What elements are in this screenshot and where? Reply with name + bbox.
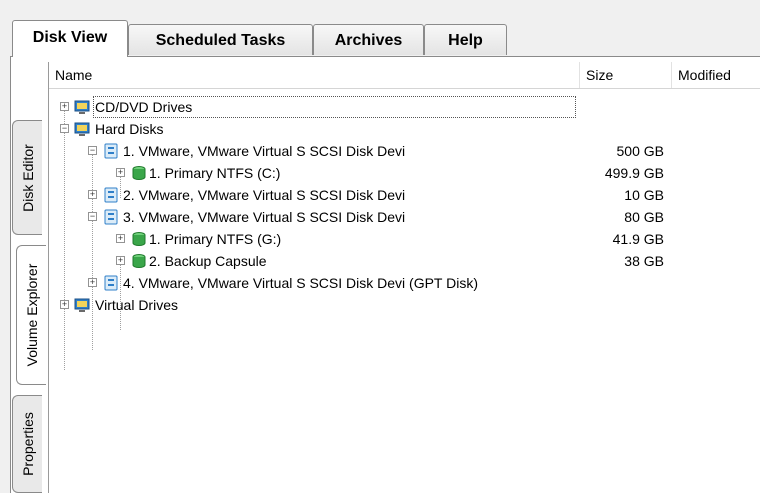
expand-toggle[interactable]: +	[60, 300, 69, 309]
expand-toggle[interactable]: +	[60, 102, 69, 111]
volume-icon	[132, 232, 146, 247]
tree-item-label: 1. VMware, VMware Virtual S SCSI Disk De…	[123, 143, 406, 159]
disk-icon	[104, 187, 118, 203]
side-tab-properties-label: Properties	[19, 412, 36, 476]
tree-item-volume-g[interactable]: + 1. Primary NTFS (G:) 41.9 GB	[49, 228, 760, 250]
side-tab-properties[interactable]: Properties	[12, 395, 42, 493]
disk-icon	[104, 209, 118, 225]
column-header-modified[interactable]: Modified	[672, 62, 760, 88]
tree-item-size: 10 GB	[624, 187, 664, 203]
expand-toggle[interactable]: +	[116, 234, 125, 243]
tree-item-label: 2. Backup Capsule	[149, 253, 267, 269]
tab-scheduled-tasks[interactable]: Scheduled Tasks	[128, 24, 313, 55]
tree-item-backup-capsule[interactable]: + 2. Backup Capsule 38 GB	[49, 250, 760, 272]
tree-item-label: 3. VMware, VMware Virtual S SCSI Disk De…	[123, 209, 406, 225]
expand-toggle[interactable]: +	[88, 278, 97, 287]
volume-tree[interactable]: Name Size Modified + CD/DVD Drives − Har…	[48, 62, 760, 493]
tab-help[interactable]: Help	[424, 24, 507, 55]
tree-item-size: 38 GB	[624, 253, 664, 269]
collapse-toggle[interactable]: −	[88, 146, 97, 155]
tree-item-label: Virtual Drives	[95, 297, 178, 313]
main-tabstrip: Disk View Scheduled Tasks Archives Help	[12, 20, 760, 57]
collapse-toggle[interactable]: −	[60, 124, 69, 133]
tree-item-size: 41.9 GB	[612, 231, 664, 247]
volume-icon	[132, 254, 146, 269]
tree-item-size: 500 GB	[616, 143, 664, 159]
expand-toggle[interactable]: +	[116, 168, 125, 177]
tree-item-disk-2[interactable]: + 2. VMware, VMware Virtual S SCSI Disk …	[49, 184, 760, 206]
tree-item-label: 2. VMware, VMware Virtual S SCSI Disk De…	[123, 187, 406, 203]
volume-icon	[132, 166, 146, 181]
disk-icon	[104, 275, 118, 291]
tree-item-virtual-drives[interactable]: + Virtual Drives	[49, 294, 760, 316]
side-tab-volume-explorer-label: Volume Explorer	[23, 263, 40, 367]
monitor-icon	[74, 100, 90, 114]
expand-toggle[interactable]: +	[88, 190, 97, 199]
tree-item-disk-1[interactable]: − 1. VMware, VMware Virtual S SCSI Disk …	[49, 140, 760, 162]
side-tab-disk-editor[interactable]: Disk Editor	[12, 120, 42, 235]
tree-item-disk-3[interactable]: − 3. VMware, VMware Virtual S SCSI Disk …	[49, 206, 760, 228]
disk-icon	[104, 143, 118, 159]
side-tab-volume-explorer[interactable]: Volume Explorer	[16, 245, 46, 385]
tree-item-hard-disks[interactable]: − Hard Disks	[49, 118, 760, 140]
monitor-icon	[74, 122, 90, 136]
tree-item-volume-c[interactable]: + 1. Primary NTFS (C:) 499.9 GB	[49, 162, 760, 184]
expand-toggle[interactable]: +	[116, 256, 125, 265]
tree-item-label: 1. Primary NTFS (C:)	[149, 165, 281, 181]
tree-item-label: 4. VMware, VMware Virtual S SCSI Disk De…	[123, 275, 479, 291]
tree-item-size: 499.9 GB	[604, 165, 664, 181]
tree-header: Name Size Modified	[49, 62, 760, 89]
collapse-toggle[interactable]: −	[88, 212, 97, 221]
column-header-size[interactable]: Size	[580, 62, 672, 88]
tab-disk-view[interactable]: Disk View	[12, 20, 128, 57]
tab-archives[interactable]: Archives	[313, 24, 424, 55]
side-tab-disk-editor-label: Disk Editor	[19, 143, 36, 212]
column-header-name[interactable]: Name	[49, 62, 580, 88]
monitor-icon	[74, 298, 90, 312]
window-top	[0, 0, 760, 22]
tree-item-cdrom[interactable]: + CD/DVD Drives	[49, 96, 760, 118]
side-tabstrip: Disk Editor Volume Explorer Properties	[10, 95, 46, 493]
tree-item-label: 1. Primary NTFS (G:)	[149, 231, 282, 247]
tree-item-size: 80 GB	[624, 209, 664, 225]
tree-item-label: Hard Disks	[95, 121, 164, 137]
tree-item-label: CD/DVD Drives	[95, 99, 193, 115]
tree-item-disk-4[interactable]: + 4. VMware, VMware Virtual S SCSI Disk …	[49, 272, 760, 294]
